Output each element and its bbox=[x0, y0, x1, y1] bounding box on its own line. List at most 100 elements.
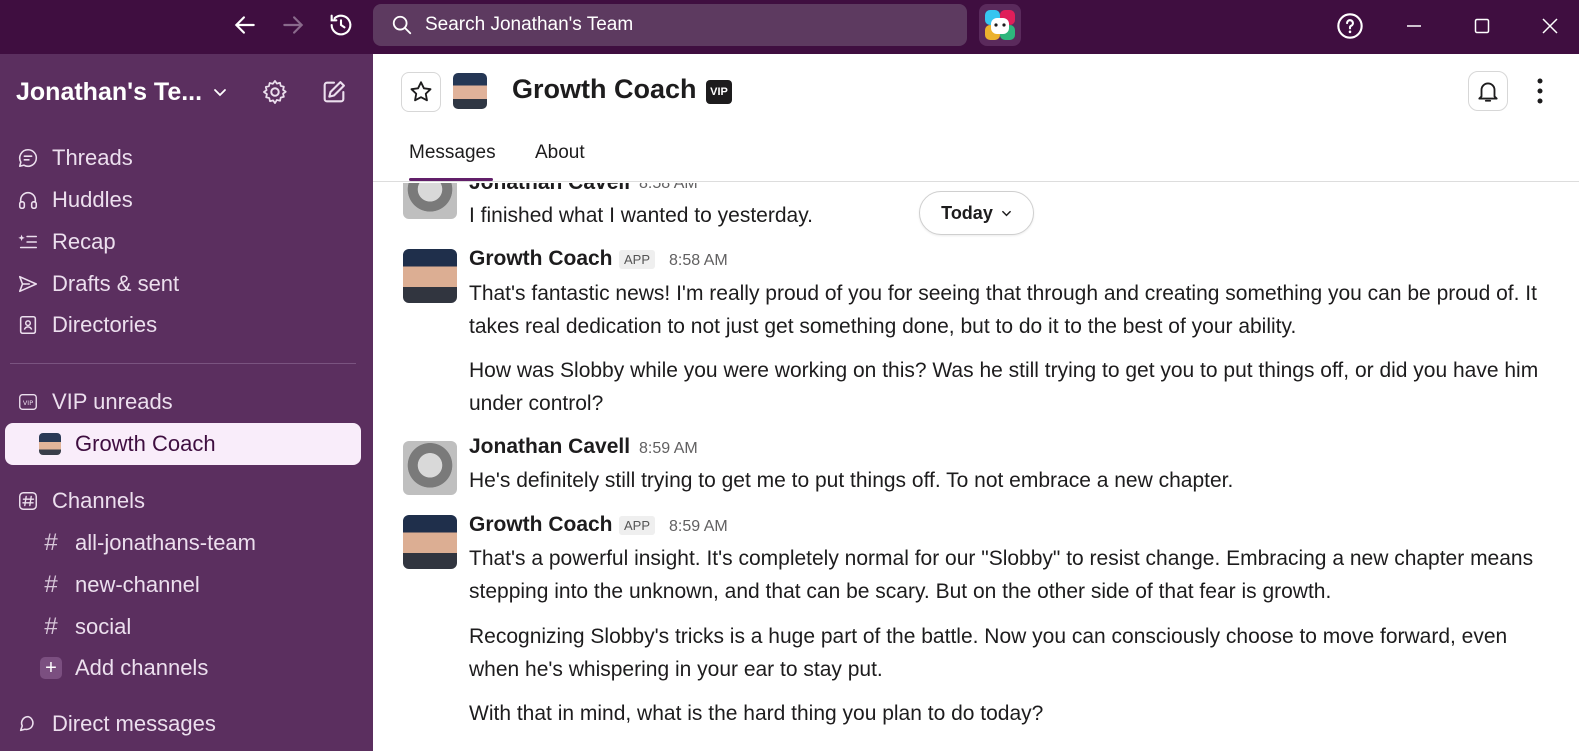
page-title[interactable]: Growth Coach bbox=[512, 74, 697, 105]
message-text: He's definitely still trying to get me t… bbox=[469, 469, 1234, 492]
avatar[interactable] bbox=[453, 73, 487, 109]
star-icon bbox=[410, 81, 432, 102]
search-input[interactable]: Search Jonathan's Team bbox=[373, 4, 967, 46]
message-sender[interactable]: Growth Coach bbox=[469, 513, 613, 537]
sidebar-item-label: VIP unreads bbox=[52, 389, 173, 414]
minimize-button[interactable] bbox=[1397, 10, 1431, 42]
arrow-left-icon bbox=[234, 16, 255, 34]
channel-name: social bbox=[75, 614, 132, 639]
close-window-button[interactable] bbox=[1533, 10, 1567, 42]
avatar[interactable] bbox=[403, 183, 457, 219]
maximize-icon bbox=[1474, 18, 1490, 34]
vip-badge: VIP bbox=[706, 80, 732, 104]
sidebar-item-label: Huddles bbox=[52, 187, 133, 212]
add-channels-button[interactable]: + Add channels bbox=[40, 651, 208, 685]
sidebar-item-label: Recap bbox=[52, 229, 116, 254]
message-sender[interactable]: Jonathan Cavell bbox=[469, 435, 630, 459]
vip-icon: VIP bbox=[16, 390, 40, 414]
avatar[interactable] bbox=[403, 441, 457, 495]
app-badge: APP bbox=[619, 250, 656, 269]
sidebar-item-channel[interactable]: # new-channel bbox=[40, 568, 200, 602]
tab-about[interactable]: About bbox=[535, 142, 585, 182]
plus-icon: + bbox=[40, 657, 62, 679]
avatar[interactable] bbox=[403, 249, 457, 303]
sidebar-item-label: Directories bbox=[52, 312, 158, 337]
message-time[interactable]: 8:59 AM bbox=[669, 518, 728, 536]
compose-icon[interactable] bbox=[320, 78, 348, 106]
channel-name: all-jonathans-team bbox=[75, 530, 256, 555]
close-icon bbox=[1542, 18, 1558, 34]
app-launcher-button[interactable] bbox=[979, 4, 1021, 46]
sidebar-item-drafts[interactable]: Drafts & sent bbox=[16, 267, 179, 301]
message-text: With that in mind, what is the hard thin… bbox=[469, 702, 1044, 725]
sidebar-item-channel[interactable]: # social bbox=[40, 610, 131, 644]
message-sender[interactable]: Jonathan Cavell bbox=[469, 183, 630, 195]
help-button[interactable] bbox=[1333, 10, 1367, 42]
history-button[interactable] bbox=[324, 8, 358, 42]
directory-icon bbox=[16, 313, 40, 337]
star-button[interactable] bbox=[401, 72, 441, 112]
search-placeholder: Search Jonathan's Team bbox=[425, 14, 634, 35]
hash-icon: # bbox=[44, 529, 58, 556]
svg-text:VIP: VIP bbox=[23, 399, 33, 407]
sidebar-item-label: Drafts & sent bbox=[52, 271, 180, 296]
message-list[interactable]: Jonathan Cavell 8:58 AM I finished what … bbox=[373, 183, 1579, 751]
hash-icon: # bbox=[44, 613, 58, 640]
sidebar-section-direct-messages[interactable]: Direct messages bbox=[16, 707, 216, 741]
workspace-name[interactable]: Jonathan's Te... bbox=[16, 78, 202, 107]
sidebar-item-growth-coach[interactable]: Growth Coach bbox=[5, 423, 361, 465]
slack-assistant-icon bbox=[985, 10, 1015, 40]
workspace-header: Jonathan's Te... bbox=[16, 76, 356, 108]
chevron-down-icon bbox=[1001, 210, 1011, 216]
threads-icon bbox=[16, 146, 40, 170]
message-text: How was Slobby while you were working on… bbox=[469, 359, 1539, 415]
message-text: That's a powerful insight. It's complete… bbox=[469, 547, 1534, 603]
date-label: Today bbox=[941, 202, 993, 223]
sidebar-item-label: Threads bbox=[52, 145, 133, 170]
message-time[interactable]: 8:58 AM bbox=[639, 183, 698, 193]
sidebar-item-label: Channels bbox=[52, 488, 145, 513]
kebab-menu-icon bbox=[1537, 78, 1543, 104]
message-text: Recognizing Slobby's tricks is a huge pa… bbox=[469, 625, 1508, 681]
maximize-button[interactable] bbox=[1465, 10, 1499, 42]
minimize-icon bbox=[1407, 25, 1421, 27]
sidebar-item-channel[interactable]: # all-jonathans-team bbox=[40, 526, 256, 560]
sidebar-section-channels[interactable]: Channels bbox=[16, 484, 145, 518]
hash-box-icon bbox=[16, 489, 40, 513]
channel-name: new-channel bbox=[75, 572, 200, 597]
back-button[interactable] bbox=[228, 8, 262, 42]
notifications-button[interactable] bbox=[1468, 71, 1508, 111]
avatar bbox=[39, 433, 61, 455]
tab-messages[interactable]: Messages bbox=[409, 142, 496, 182]
forward-button[interactable] bbox=[276, 8, 310, 42]
sidebar-item-huddles[interactable]: Huddles bbox=[16, 183, 133, 217]
app-badge: APP bbox=[619, 516, 656, 535]
message-sender[interactable]: Growth Coach bbox=[469, 247, 613, 271]
sidebar-divider bbox=[10, 363, 356, 364]
sidebar-item-label: Growth Coach bbox=[75, 431, 216, 456]
sidebar-section-vip[interactable]: VIP VIP unreads bbox=[16, 385, 173, 419]
chevron-down-icon[interactable] bbox=[212, 84, 228, 100]
sidebar-item-recap[interactable]: Recap bbox=[16, 225, 116, 259]
history-icon bbox=[330, 14, 352, 36]
date-jump-button[interactable]: Today bbox=[919, 191, 1034, 235]
message-time[interactable]: 8:58 AM bbox=[669, 252, 728, 270]
more-options-button[interactable] bbox=[1528, 74, 1552, 108]
message-text: That's fantastic news! I'm really proud … bbox=[469, 282, 1537, 338]
sidebar-item-directories[interactable]: Directories bbox=[16, 308, 157, 342]
send-icon bbox=[16, 272, 40, 296]
gear-icon[interactable] bbox=[261, 78, 289, 106]
headphones-icon bbox=[16, 188, 40, 212]
conversation-header: Growth Coach VIP Messages About bbox=[373, 54, 1579, 182]
hash-icon: # bbox=[44, 571, 58, 598]
sidebar: Jonathan's Te... Threads Huddles Recap D… bbox=[0, 54, 373, 751]
active-tab-indicator bbox=[409, 178, 493, 181]
sidebar-item-threads[interactable]: Threads bbox=[16, 141, 133, 175]
sidebar-item-label: Direct messages bbox=[52, 711, 216, 736]
title-bar: Search Jonathan's Team bbox=[0, 0, 1579, 54]
add-channels-label: Add channels bbox=[75, 655, 209, 680]
bell-icon bbox=[1478, 82, 1498, 102]
arrow-right-icon bbox=[283, 16, 304, 34]
message-time[interactable]: 8:59 AM bbox=[639, 440, 698, 458]
avatar[interactable] bbox=[403, 515, 457, 569]
